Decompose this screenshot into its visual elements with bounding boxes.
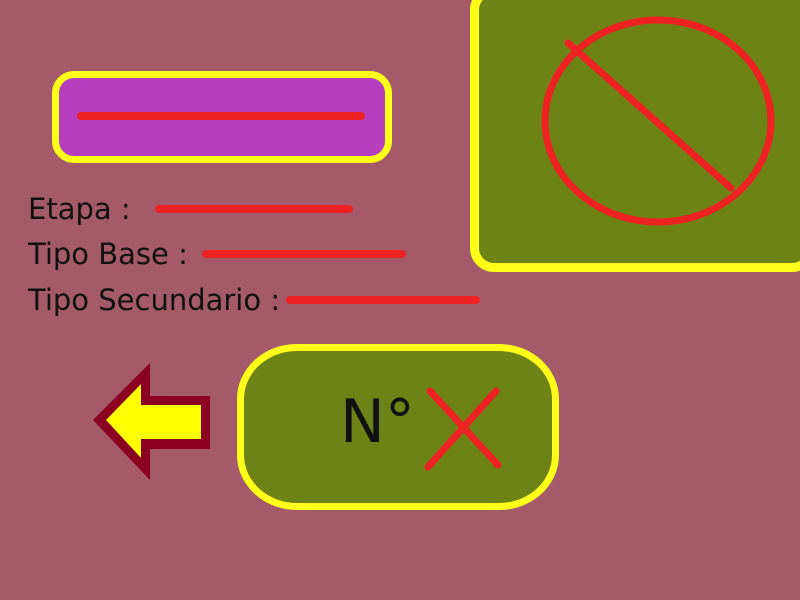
tipo-secundario-row: Tipo Secundario :	[28, 282, 481, 318]
back-button[interactable]	[88, 360, 218, 492]
name-field[interactable]	[52, 71, 392, 163]
etapa-value-line	[154, 205, 353, 213]
x-mark-icon	[424, 387, 502, 471]
tipo-secundario-label: Tipo Secundario :	[28, 283, 281, 317]
no-image-prohibited-icon	[541, 16, 775, 226]
etapa-label: Etapa :	[28, 192, 131, 226]
image-panel	[470, 0, 800, 272]
arrow-left-icon	[93, 363, 210, 480]
tipo-base-row: Tipo Base :	[28, 236, 406, 272]
tipo-base-value-line	[201, 250, 406, 258]
tipo-base-label: Tipo Base :	[28, 237, 188, 271]
tipo-secundario-value-line	[286, 296, 481, 304]
number-badge: N°	[237, 344, 559, 510]
number-label: N°	[340, 387, 415, 457]
name-placeholder-line	[77, 112, 365, 120]
etapa-row: Etapa :	[28, 191, 353, 227]
